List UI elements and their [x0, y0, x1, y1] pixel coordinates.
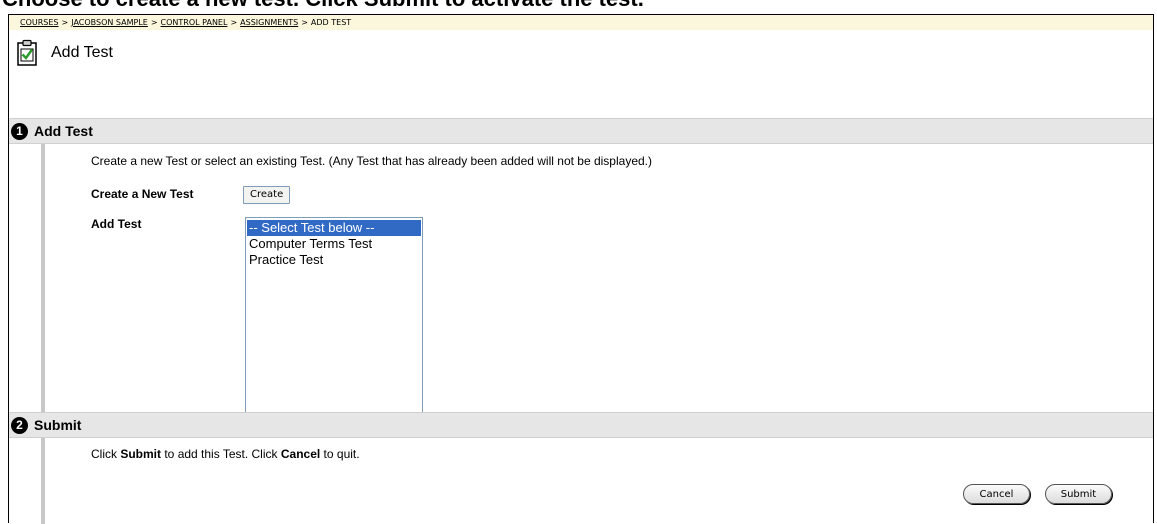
instruction-submit: Submit: [120, 447, 162, 461]
instruction-cancel: Cancel: [280, 447, 321, 461]
breadcrumb-separator: >: [301, 18, 308, 27]
section-title: Submit: [34, 417, 82, 433]
submit-instructions: Click Submit to add this Test. Click Can…: [91, 447, 360, 461]
breadcrumb-separator: >: [150, 18, 158, 27]
breadcrumb-assignments[interactable]: ASSIGNMENTS: [240, 18, 298, 27]
step-2-badge: 2: [11, 416, 28, 434]
breadcrumb-current: ADD TEST: [310, 18, 352, 27]
section-add-test-header: 1 Add Test: [9, 118, 1153, 144]
test-listbox[interactable]: -- Select Test below -- Computer Terms T…: [245, 217, 423, 426]
add-test-instructions: Create a new Test or select an existing …: [91, 154, 652, 168]
add-test-label: Add Test: [91, 217, 142, 231]
section-title: Add Test: [34, 123, 93, 139]
breadcrumb-courses[interactable]: COURSES: [20, 18, 59, 27]
create-button[interactable]: Create: [243, 186, 291, 204]
instruction-text: to add this Test. Click: [161, 447, 281, 461]
clipboard-check-icon: [17, 39, 37, 66]
content-frame: COURSES > JACOBSON SAMPLE > CONTROL PANEL > AS…: [8, 14, 1154, 524]
list-option[interactable]: Computer Terms Test: [247, 236, 421, 252]
page-header: Add Test: [15, 35, 1145, 71]
breadcrumb: COURSES > JACOBSON SAMPLE > CONTROL PANEL > AS…: [9, 15, 1153, 30]
section-divider: [41, 438, 45, 524]
breadcrumb-separator: >: [61, 18, 69, 27]
page-title: Add Test: [51, 44, 113, 61]
breadcrumb-control-panel[interactable]: CONTROL PANEL: [161, 18, 228, 27]
instruction-text: to quit.: [320, 447, 360, 461]
create-new-test-label: Create a New Test: [91, 187, 194, 201]
cancel-button[interactable]: Cancel: [963, 484, 1030, 504]
step-1-badge: 1: [11, 122, 28, 140]
page-caption: Choose to create a new test. Click Submi…: [2, 0, 644, 12]
submit-button[interactable]: Submit: [1045, 484, 1112, 504]
list-option[interactable]: Practice Test: [247, 252, 421, 268]
breadcrumb-separator: >: [230, 18, 238, 27]
section-submit-header: 2 Submit: [9, 412, 1153, 438]
section-divider: [41, 144, 45, 412]
breadcrumb-course[interactable]: JACOBSON SAMPLE: [71, 18, 148, 27]
instruction-text: Click: [91, 447, 121, 461]
list-option[interactable]: -- Select Test below --: [247, 220, 421, 236]
